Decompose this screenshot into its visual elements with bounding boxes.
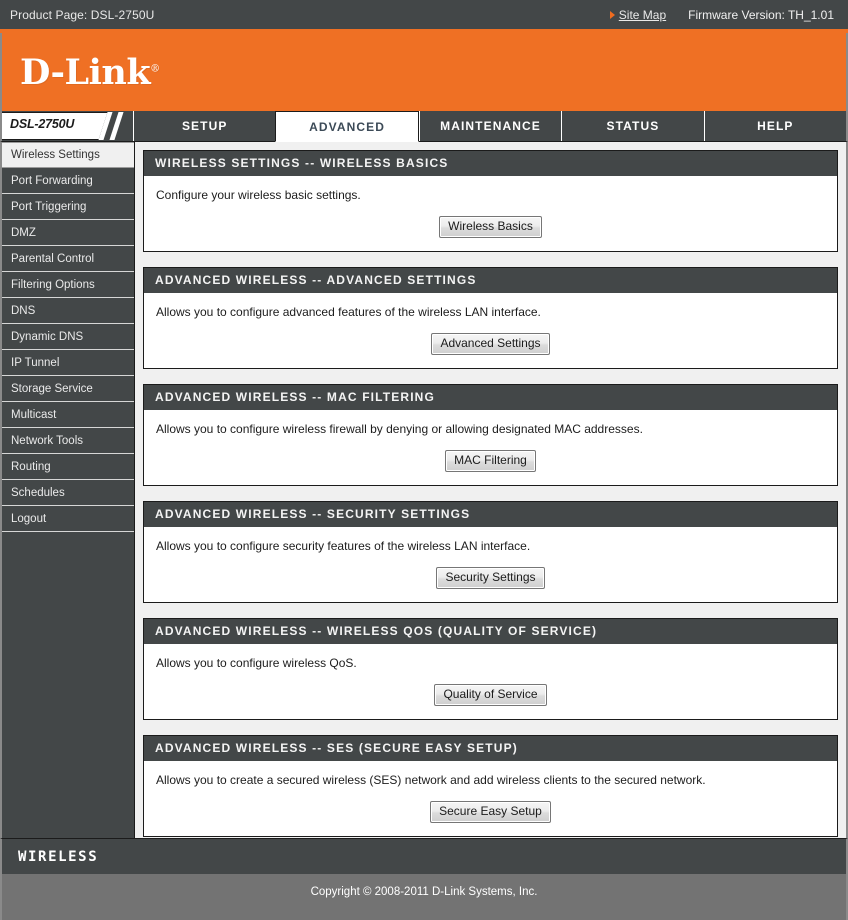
mac-filtering-button[interactable]: MAC Filtering <box>445 450 536 472</box>
panel-body: Allows you to configure security feature… <box>144 527 837 602</box>
panel-button-row: Wireless Basics <box>144 202 837 251</box>
panel-body: Allows you to configure wireless QoS. Qu… <box>144 644 837 719</box>
secure-easy-setup-button[interactable]: Secure Easy Setup <box>430 801 551 823</box>
tab-setup[interactable]: SETUP <box>133 111 276 141</box>
sidebar-item-port-forwarding[interactable]: Port Forwarding <box>2 168 134 194</box>
sidebar-item-label: Port Forwarding <box>11 174 93 187</box>
sidebar-item-parental-control[interactable]: Parental Control <box>2 246 134 272</box>
sidebar-item-routing[interactable]: Routing <box>2 454 134 480</box>
panel-wireless-qos: ADVANCED WIRELESS -- WIRELESS QOS (QUALI… <box>143 618 838 720</box>
site-map-link[interactable]: Site Map <box>619 8 666 22</box>
footer-section-label: WIRELESS <box>18 848 99 865</box>
sidebar-item-label: DMZ <box>11 226 36 239</box>
panel-title: ADVANCED WIRELESS -- SES (SECURE EASY SE… <box>144 736 837 761</box>
panel-button-row: MAC Filtering <box>144 436 837 485</box>
panel-description: Allows you to configure advanced feature… <box>156 305 541 319</box>
panel-title: ADVANCED WIRELESS -- MAC FILTERING <box>144 385 837 410</box>
sidebar-item-network-tools[interactable]: Network Tools <box>2 428 134 454</box>
tab-setup-label: SETUP <box>181 119 228 133</box>
model-name-tab: DSL-2750U <box>2 111 133 141</box>
wireless-basics-button[interactable]: Wireless Basics <box>439 216 542 238</box>
copyright-band: Copyright © 2008-2011 D-Link Systems, In… <box>0 874 848 920</box>
sidebar-item-label: Dynamic DNS <box>11 330 84 343</box>
footer-section-band: WIRELESS <box>0 838 848 874</box>
tab-help[interactable]: HELP <box>703 111 847 141</box>
sidebar-item-label: Wireless Settings <box>11 149 100 161</box>
security-settings-button[interactable]: Security Settings <box>436 567 545 589</box>
decorative-slash-icon <box>109 112 124 140</box>
main-tab-bar: DSL-2750U SETUP ADVANCED MAINTENANCE STA… <box>0 111 848 142</box>
dlink-logo: D-Link® <box>20 52 160 93</box>
sidebar-item-label: Multicast <box>11 408 57 421</box>
panel-title: ADVANCED WIRELESS -- SECURITY SETTINGS <box>144 502 837 527</box>
sidebar-item-dmz[interactable]: DMZ <box>2 220 134 246</box>
quality-of-service-button[interactable]: Quality of Service <box>434 684 547 706</box>
sidebar-item-dns[interactable]: DNS <box>2 298 134 324</box>
sidebar-item-label: Routing <box>11 460 51 473</box>
page-body: Wireless Settings Port Forwarding Port T… <box>0 141 848 838</box>
sidebar-item-label: Network Tools <box>11 434 84 447</box>
panel-description: Allows you to configure wireless firewal… <box>156 422 643 436</box>
panel-title: ADVANCED WIRELESS -- WIRELESS QOS (QUALI… <box>144 619 837 644</box>
panel-description: Configure your wireless basic settings. <box>156 188 361 202</box>
panel-mac-filtering: ADVANCED WIRELESS -- MAC FILTERING Allow… <box>143 384 838 486</box>
router-admin-page: Product Page: DSL-2750U Site Map Firmwar… <box>0 0 848 920</box>
tab-maintenance-label: MAINTENANCE <box>440 119 541 133</box>
sidebar-item-ip-tunnel[interactable]: IP Tunnel <box>2 350 134 376</box>
panel-title: WIRELESS SETTINGS -- WIRELESS BASICS <box>144 151 837 176</box>
tab-status-label: STATUS <box>606 119 660 133</box>
panel-body: Allows you to configure wireless firewal… <box>144 410 837 485</box>
panel-ses: ADVANCED WIRELESS -- SES (SECURE EASY SE… <box>143 735 838 837</box>
firmware-version-label: Firmware Version: TH_1.01 <box>688 7 834 22</box>
dlink-logo-text: D-Link <box>20 51 151 93</box>
sidebar-item-label: Port Triggering <box>11 200 87 213</box>
sidebar-menu: Wireless Settings Port Forwarding Port T… <box>2 142 135 838</box>
advanced-settings-button[interactable]: Advanced Settings <box>431 333 550 355</box>
sidebar-item-logout[interactable]: Logout <box>2 506 134 532</box>
registered-trademark-icon: ® <box>150 62 160 74</box>
panel-wireless-basics: WIRELESS SETTINGS -- WIRELESS BASICS Con… <box>143 150 838 252</box>
sidebar-item-label: Schedules <box>11 486 65 499</box>
panel-button-row: Secure Easy Setup <box>144 787 837 836</box>
top-product-bar: Product Page: DSL-2750U Site Map Firmwar… <box>0 0 848 29</box>
sidebar-item-label: Storage Service <box>11 382 93 395</box>
sidebar-item-wireless-settings[interactable]: Wireless Settings <box>2 142 134 168</box>
sidebar-item-label: DNS <box>11 304 36 317</box>
sidebar-item-port-triggering[interactable]: Port Triggering <box>2 194 134 220</box>
panel-description: Allows you to configure security feature… <box>156 539 531 553</box>
tab-advanced-label: ADVANCED <box>309 119 386 134</box>
tab-status[interactable]: STATUS <box>561 111 704 141</box>
site-map-link-wrap[interactable]: Site Map <box>609 8 666 22</box>
panel-button-row: Security Settings <box>144 553 837 602</box>
panel-description: Allows you to configure wireless QoS. <box>156 656 357 670</box>
panel-button-row: Quality of Service <box>144 670 837 719</box>
panel-security-settings: ADVANCED WIRELESS -- SECURITY SETTINGS A… <box>143 501 838 603</box>
content-area: WIRELESS SETTINGS -- WIRELESS BASICS Con… <box>135 142 846 838</box>
copyright-label: Copyright © 2008-2011 D-Link Systems, In… <box>310 886 538 898</box>
sidebar-item-label: IP Tunnel <box>11 356 60 369</box>
panel-body: Allows you to configure advanced feature… <box>144 293 837 368</box>
brand-banner: D-Link® <box>0 33 848 111</box>
panel-title: ADVANCED WIRELESS -- ADVANCED SETTINGS <box>144 268 837 293</box>
sidebar-item-dynamic-dns[interactable]: Dynamic DNS <box>2 324 134 350</box>
panel-body: Configure your wireless basic settings. … <box>144 176 837 251</box>
tab-advanced[interactable]: ADVANCED <box>275 111 419 142</box>
panel-description: Allows you to create a secured wireless … <box>156 773 706 787</box>
model-name-label: DSL-2750U <box>10 117 75 131</box>
sidebar-item-label: Logout <box>11 512 47 525</box>
tab-help-label: HELP <box>757 119 794 133</box>
tab-maintenance[interactable]: MAINTENANCE <box>418 111 562 141</box>
sidebar-item-storage-service[interactable]: Storage Service <box>2 376 134 402</box>
sidebar-item-label: Parental Control <box>11 252 95 265</box>
panel-button-row: Advanced Settings <box>144 319 837 368</box>
sidebar-item-filtering-options[interactable]: Filtering Options <box>2 272 134 298</box>
sidebar-item-multicast[interactable]: Multicast <box>2 402 134 428</box>
panel-advanced-settings: ADVANCED WIRELESS -- ADVANCED SETTINGS A… <box>143 267 838 369</box>
panel-body: Allows you to create a secured wireless … <box>144 761 837 836</box>
sidebar-item-label: Filtering Options <box>11 278 95 291</box>
product-page-label: Product Page: DSL-2750U <box>10 7 155 22</box>
sidebar-item-schedules[interactable]: Schedules <box>2 480 134 506</box>
triangle-bullet-icon <box>609 10 615 19</box>
